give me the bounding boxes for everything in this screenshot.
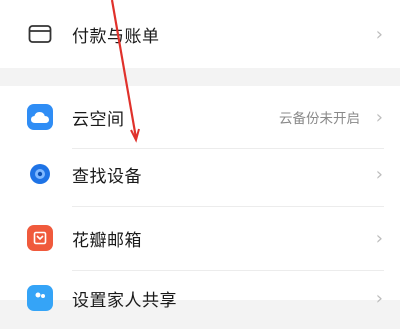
petal-mail-label: 花瓣邮箱 — [72, 230, 142, 251]
card-icon — [27, 21, 53, 47]
family-icon — [27, 285, 53, 311]
chevron-right-icon: › — [375, 106, 383, 128]
chevron-right-icon: › — [375, 163, 383, 185]
payment-label: 付款与账单 — [72, 26, 160, 47]
cloud-icon — [27, 104, 53, 130]
chevron-right-icon: › — [375, 23, 383, 45]
find-device-row[interactable]: 查找设备 › — [0, 143, 400, 205]
find-device-icon — [27, 161, 53, 187]
payment-card: 付款与账单 › — [0, 0, 400, 68]
family-sharing-row[interactable]: 设置家人共享 › — [0, 267, 400, 329]
mail-icon — [27, 225, 53, 251]
chevron-right-icon: › — [375, 227, 383, 249]
family-sharing-label: 设置家人共享 — [72, 290, 177, 311]
find-device-label: 查找设备 — [72, 166, 142, 187]
cloud-space-row[interactable]: 云空间 云备份未开启 › — [0, 86, 400, 148]
cloud-space-label: 云空间 — [72, 109, 125, 130]
payment-row[interactable]: 付款与账单 › — [0, 3, 400, 65]
petal-mail-row[interactable]: 花瓣邮箱 › — [0, 207, 400, 269]
settings-list-card: 云空间 云备份未开启 › 查找设备 › 花瓣邮箱 › 设置家人共享 › — [0, 86, 400, 311]
cloud-backup-status: 云备份未开启 — [279, 111, 360, 127]
chevron-right-icon: › — [375, 287, 383, 309]
